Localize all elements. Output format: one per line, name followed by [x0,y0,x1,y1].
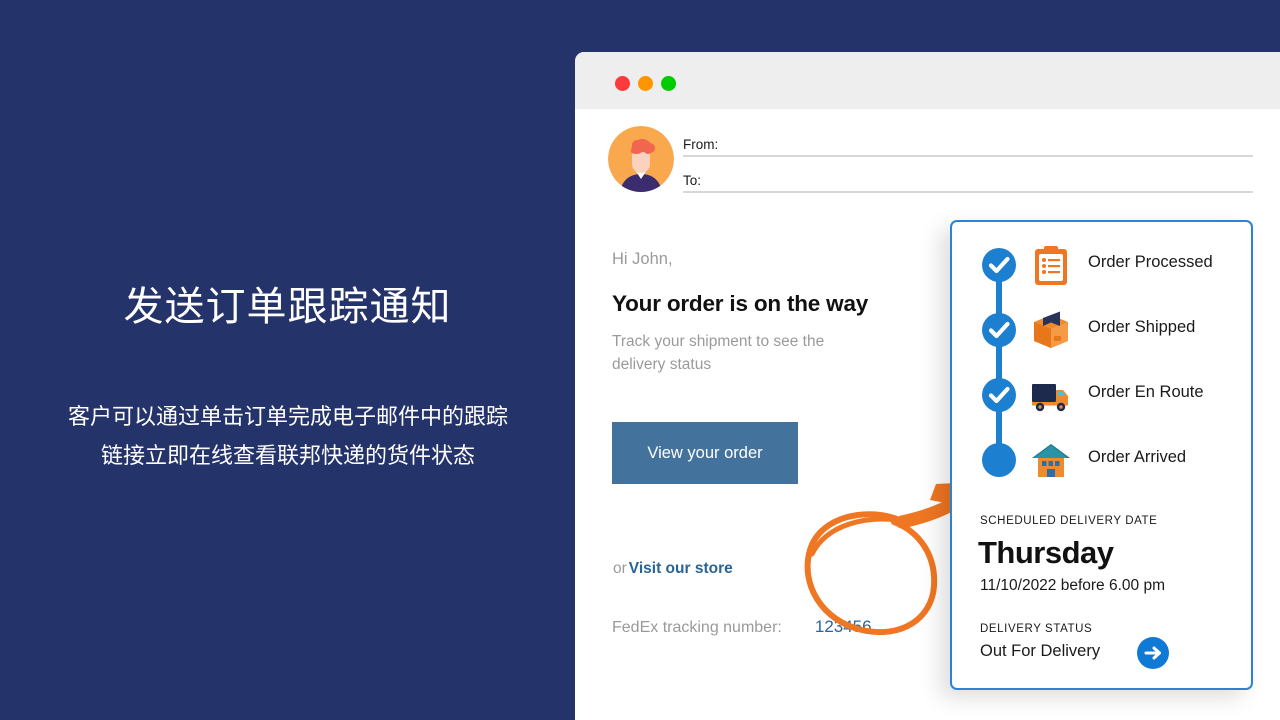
scheduled-delivery-day: Thursday [978,535,1114,570]
clipboard-icon [1035,246,1067,285]
delivery-truck-icon [1032,384,1068,412]
email-to-label: To: [683,173,702,188]
visit-our-store-link[interactable]: Visit our store [629,560,733,577]
promo-subtitle-line-1: 客户可以通过单击订单完成电子邮件中的跟踪 [67,404,508,429]
house-icon [1032,444,1070,477]
promo-panel: 发送订单跟踪通知 客户可以通过单击订单完成电子邮件中的跟踪 链接立即在线查看联邦… [0,0,575,720]
promo-title: 发送订单跟踪通知 [123,285,452,329]
check-circle-icon [982,248,1016,282]
promo-subtitle-line-2: 链接立即在线查看联邦快递的货件状态 [100,442,475,468]
timeline-step-order-en-route[interactable]: Order En Route [974,374,1234,422]
email-from-label: From: [683,137,719,152]
arrow-right-circle-icon[interactable] [1137,637,1169,669]
timeline-step-label: Order Shipped [1088,318,1196,336]
check-circle-icon [982,313,1016,347]
scheduled-delivery-date-label: SCHEDULED DELIVERY DATE [980,515,1158,527]
package-box-icon [1034,311,1068,348]
slide-canvas: 发送订单跟踪通知 客户可以通过单击订单完成电子邮件中的跟踪 链接立即在线查看联邦… [0,0,1280,720]
email-subline: Track your shipment to see the delivery … [612,333,825,374]
scheduled-delivery-detail: 11/10/2022 before 6.00 pm [980,577,1165,594]
timeline-step-order-processed[interactable]: Order Processed [974,244,1234,292]
promo-subtitle: 客户可以通过单击订单完成电子邮件中的跟踪 链接立即在线查看联邦快递的货件状态 [28,398,548,475]
visit-store-line: or Visit our store [613,560,733,578]
fedex-tracking-line: FedEx tracking number: 123456 [612,617,872,637]
email-body: Hi John, Your order is on the way Track … [612,250,952,377]
email-greeting: Hi John, [612,250,673,268]
delivery-status-value: Out For Delivery [980,642,1101,660]
timeline-step-order-arrived[interactable]: Order Arrived [974,439,1234,487]
email-from-input[interactable] [683,155,1253,157]
user-avatar-icon [608,126,674,192]
order-status-timeline: Order Processed Order Shipped Order En R… [974,244,1234,494]
window-close-dot-icon[interactable] [615,76,630,91]
filled-circle-icon [982,443,1016,477]
delivery-status-label: DELIVERY STATUS [980,623,1093,635]
timeline-step-label: Order En Route [1088,383,1204,401]
window-minimize-dot-icon[interactable] [638,76,653,91]
or-text: or [613,560,627,577]
window-maximize-dot-icon[interactable] [661,76,676,91]
window-titlebar [575,52,1280,109]
fedex-tracking-number-link[interactable]: 123456 [815,617,872,636]
timeline-step-label: Order Processed [1088,253,1213,271]
shipment-tracking-card: Order Processed Order Shipped Order En R… [950,220,1253,690]
view-your-order-button[interactable]: View your order [612,422,798,484]
email-headline: Your order is on the way [612,291,869,316]
fedex-tracking-label: FedEx tracking number: [612,619,782,636]
check-circle-icon [982,378,1016,412]
email-to-input[interactable] [683,191,1253,193]
timeline-step-order-shipped[interactable]: Order Shipped [974,309,1234,357]
timeline-step-label: Order Arrived [1088,448,1187,466]
